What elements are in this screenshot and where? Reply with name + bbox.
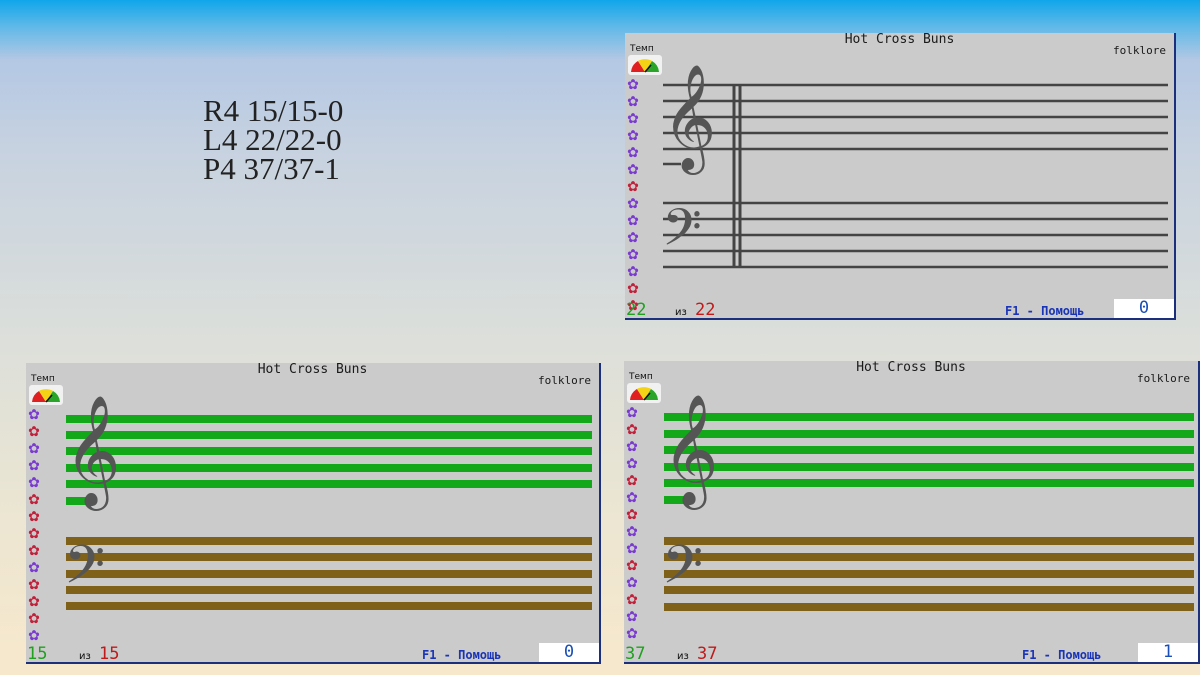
error-score: 0	[1114, 299, 1174, 318]
help-hint[interactable]: F1 - Помощь	[1005, 304, 1084, 318]
bass-clef-icon: 𝄢	[64, 535, 105, 609]
score-panel-bottom-right: Hot Cross Buns folklore Темп ✿ ✿ ✿ ✿ ✿ ✿…	[624, 361, 1200, 664]
result-line: L4 22/22-0	[203, 122, 342, 157]
of-label: из	[675, 307, 687, 318]
of-label: из	[79, 651, 91, 662]
total-note-count: 15	[99, 644, 120, 664]
bass-clef-icon: 𝄢	[662, 197, 702, 270]
bass-clef-icon: 𝄢	[662, 535, 703, 609]
error-score: 1	[1138, 643, 1198, 662]
current-note-count: 37	[625, 644, 646, 664]
treble-clef-icon: 𝄞	[64, 394, 121, 511]
help-hint[interactable]: F1 - Помощь	[1022, 648, 1101, 662]
results-summary: R4 15/15-0 L4 22/22-0 P4 37/37-1	[203, 93, 344, 186]
grand-staff: 𝄞 𝄢	[662, 63, 1168, 270]
result-line: P4 37/37-1	[203, 151, 340, 186]
treble-staff-lines	[664, 413, 1194, 504]
treble-staff-lines	[66, 415, 592, 505]
bass-staff-lines	[664, 537, 1194, 611]
grand-staff: 𝄞 𝄢	[64, 394, 592, 610]
bass-staff-lines	[66, 537, 592, 610]
treble-clef-icon: 𝄞	[662, 63, 716, 175]
grand-staff: 𝄞 𝄢	[662, 393, 1194, 611]
of-label: из	[677, 651, 689, 662]
total-note-count: 22	[695, 300, 716, 320]
help-hint[interactable]: F1 - Помощь	[422, 648, 501, 662]
error-score: 0	[539, 643, 599, 662]
treble-clef-icon: 𝄞	[662, 393, 719, 510]
score-panel-bottom-left: Hot Cross Buns folklore Темп ✿ ✿ ✿ ✿ ✿ ✿…	[26, 363, 601, 664]
result-line: R4 15/15-0	[203, 93, 344, 128]
current-note-count: 22	[626, 300, 647, 320]
score-panel-top: Hot Cross Buns folklore Темп ✿ ✿ ✿ ✿ ✿ ✿…	[625, 33, 1176, 320]
current-note-count: 15	[27, 644, 48, 664]
total-note-count: 37	[697, 644, 718, 664]
